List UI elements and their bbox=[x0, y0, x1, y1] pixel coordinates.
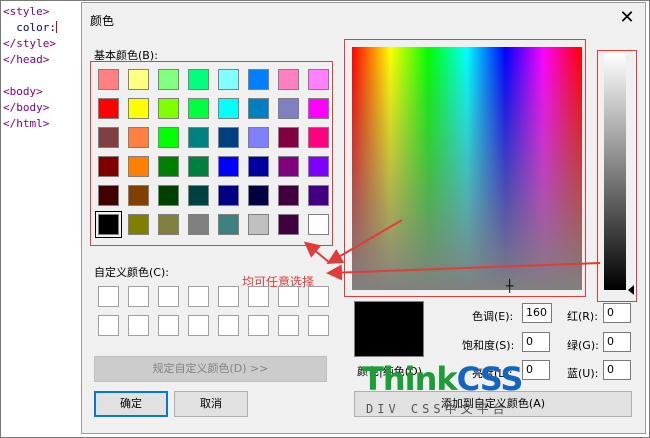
arrow-to-luminance bbox=[326, 262, 601, 281]
watermark-logo: ThinkCSS bbox=[362, 360, 524, 398]
watermark-think: Think bbox=[362, 360, 458, 398]
arrow-to-basic-colors bbox=[303, 241, 331, 264]
annotation-arrows bbox=[303, 219, 601, 281]
watermark-css: CSS bbox=[456, 360, 524, 398]
watermark-subtitle: DIV CSS中文平台 bbox=[366, 402, 509, 416]
arrow-to-spectrum bbox=[326, 219, 403, 265]
